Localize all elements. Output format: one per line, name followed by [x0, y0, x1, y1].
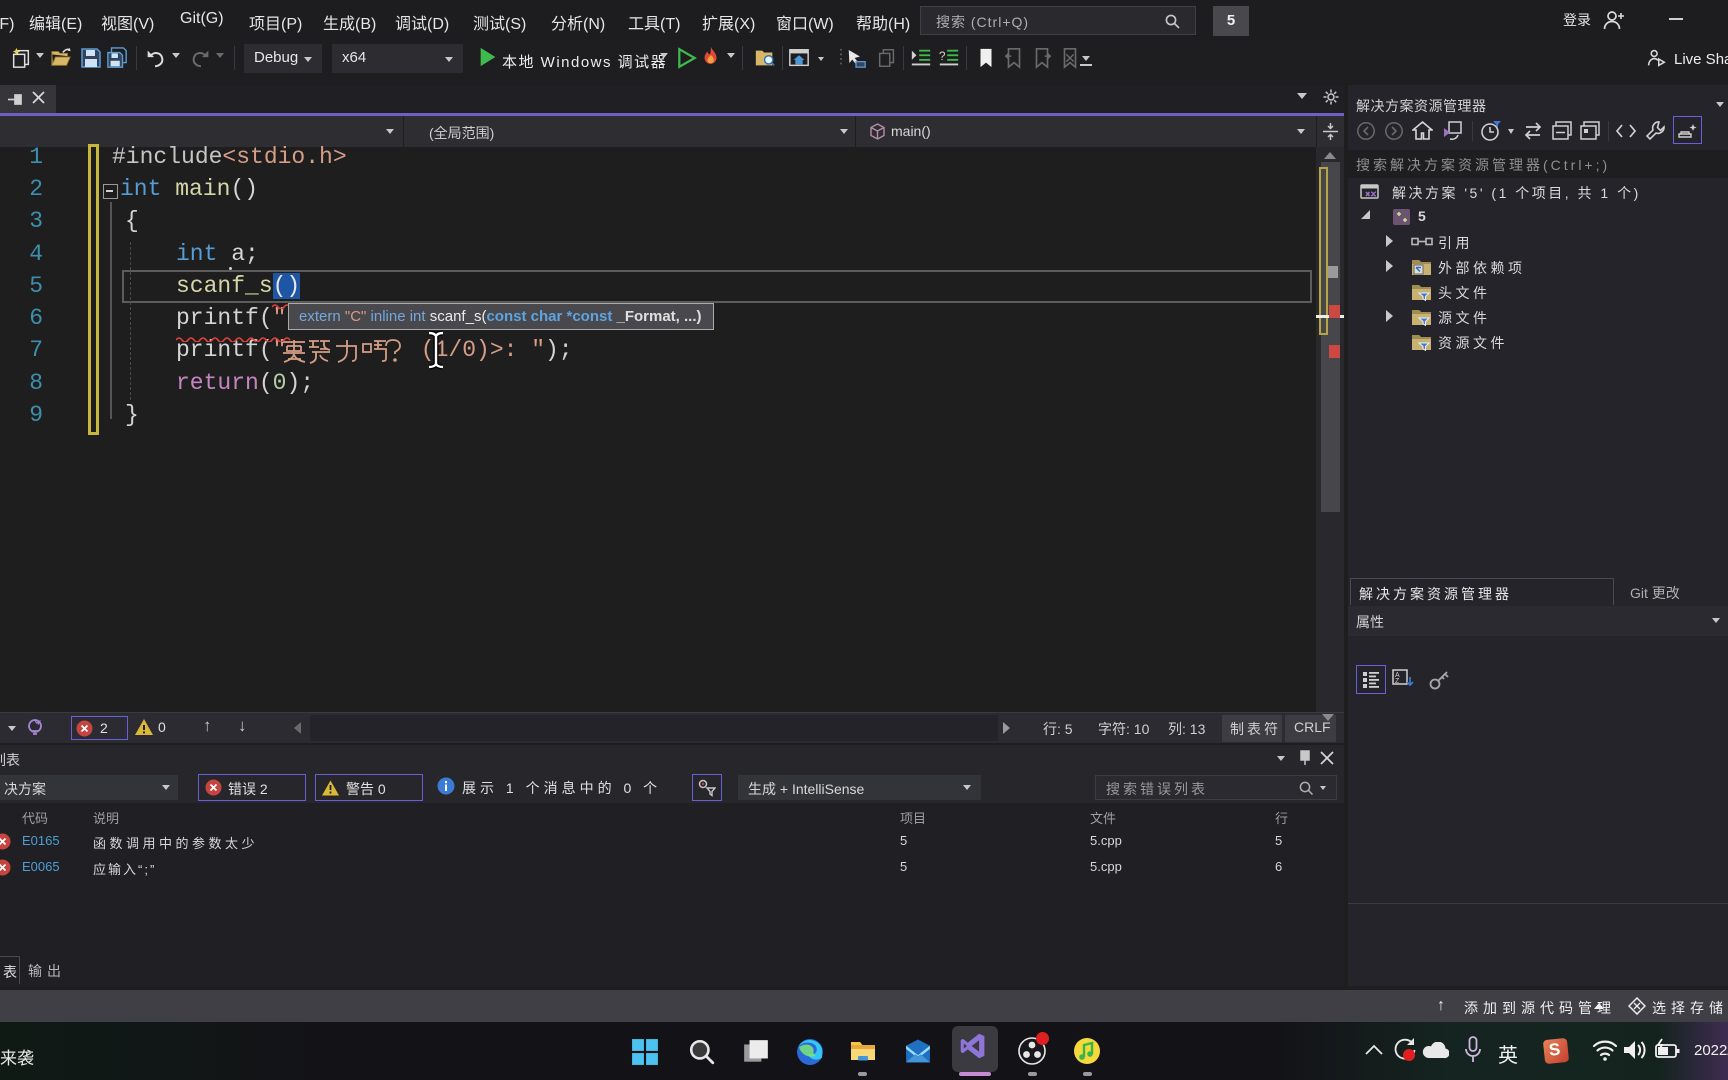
svg-text:?: ?: [939, 49, 946, 63]
svg-text:Z: Z: [1395, 678, 1400, 685]
